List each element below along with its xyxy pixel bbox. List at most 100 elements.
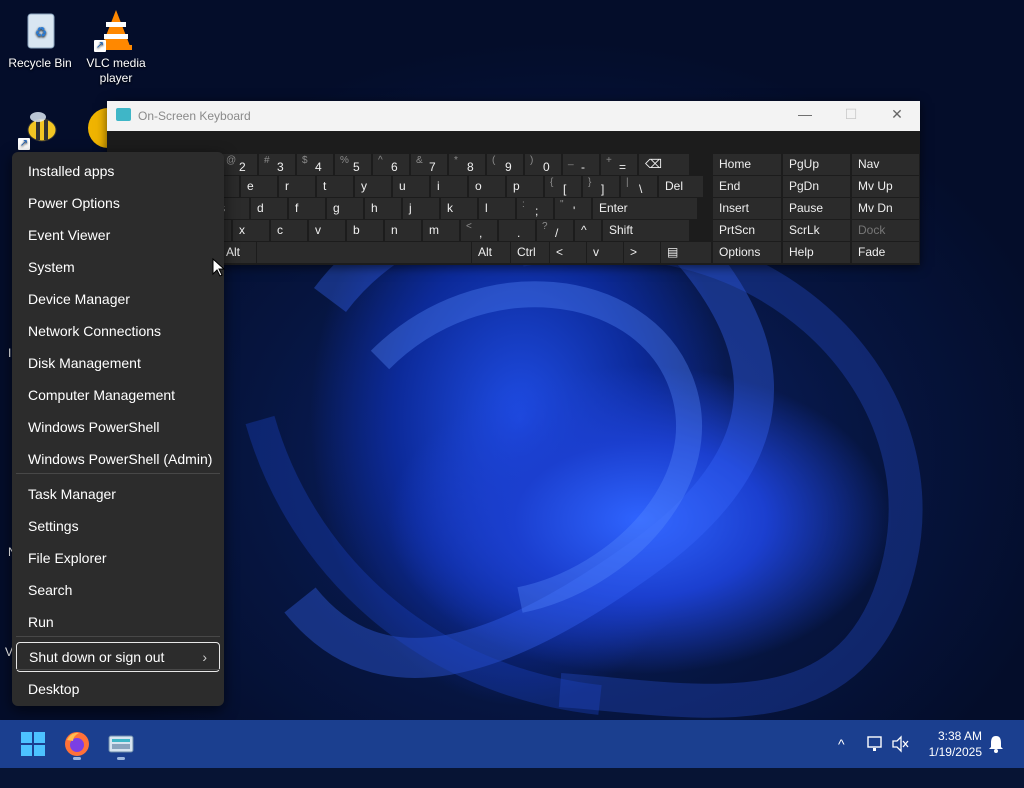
key-dock[interactable]: Dock: [852, 220, 919, 241]
menu-item-task-manager[interactable]: Task Manager: [16, 479, 220, 509]
menu-item-shut-down-or-sign-out[interactable]: Shut down or sign out ›: [16, 642, 220, 672]
menu-item-computer-management[interactable]: Computer Management: [16, 380, 220, 410]
key-mv-up[interactable]: Mv Up: [852, 176, 919, 197]
key-digit[interactable]: @2: [221, 154, 257, 175]
key-help[interactable]: Help: [783, 242, 850, 263]
key-letter[interactable]: u: [393, 176, 429, 197]
key-letter[interactable]: y: [355, 176, 391, 197]
key-letter[interactable]: j: [403, 198, 439, 219]
key-enter[interactable]: Enter: [593, 198, 697, 219]
key-letter[interactable]: }]: [583, 176, 619, 197]
key-down-arrow[interactable]: v: [587, 242, 623, 263]
menu-item-search[interactable]: Search: [16, 575, 220, 605]
clock[interactable]: 3:38 AM 1/19/2025: [929, 728, 982, 760]
key-letter[interactable]: g: [327, 198, 363, 219]
key-right-arrow[interactable]: >: [624, 242, 660, 263]
key-letter[interactable]: ? /: [537, 220, 573, 241]
key-pgup[interactable]: PgUp: [783, 154, 850, 175]
key-options[interactable]: Options: [713, 242, 781, 263]
key-letter[interactable]: n: [385, 220, 421, 241]
menu-item-windows-powershell-admin[interactable]: Windows PowerShell (Admin): [16, 444, 220, 474]
key-letter[interactable]: h: [365, 198, 401, 219]
key-letter[interactable]: d: [251, 198, 287, 219]
menu-item-desktop[interactable]: Desktop: [16, 674, 220, 704]
key-left-arrow[interactable]: <: [550, 242, 586, 263]
menu-item-network-connections[interactable]: Network Connections: [16, 316, 220, 346]
menu-item-run[interactable]: Run: [16, 607, 220, 637]
key-up-arrow[interactable]: ^: [575, 220, 601, 241]
menu-item-device-manager[interactable]: Device Manager: [16, 284, 220, 314]
key-digit[interactable]: ^ 6: [373, 154, 409, 175]
key-digit[interactable]: * 8: [449, 154, 485, 175]
notification-bell-icon[interactable]: [988, 720, 1004, 768]
key-digit[interactable]: #3: [259, 154, 295, 175]
menu-item-event-viewer[interactable]: Event Viewer: [16, 220, 220, 250]
desktop-icon-recycle-bin[interactable]: ♻ Recycle Bin: [0, 8, 80, 71]
key-letter[interactable]: <,: [461, 220, 497, 241]
key-pgdn[interactable]: PgDn: [783, 176, 850, 197]
network-icon[interactable]: [866, 720, 884, 768]
maximize-button[interactable]: ☐: [840, 106, 862, 126]
desktop-icon-app[interactable]: ↗: [0, 106, 80, 154]
key-letter[interactable]: r: [279, 176, 315, 197]
menu-item-installed-apps[interactable]: Installed apps: [16, 156, 220, 186]
volume-muted-icon[interactable]: [891, 720, 909, 768]
key-alt[interactable]: Alt: [472, 242, 510, 263]
key-ctrl[interactable]: Ctrl: [511, 242, 549, 263]
key-pause[interactable]: Pause: [783, 198, 850, 219]
key-letter[interactable]: x: [233, 220, 269, 241]
key-nav[interactable]: Nav: [852, 154, 919, 175]
key-letter[interactable]: p: [507, 176, 543, 197]
menu-item-settings[interactable]: Settings: [16, 511, 220, 541]
menu-item-power-options[interactable]: Power Options: [16, 188, 220, 218]
close-button[interactable]: ✕: [886, 106, 908, 126]
taskbar-firefox[interactable]: [61, 728, 93, 760]
key-letter[interactable]: e: [241, 176, 277, 197]
key-mv-dn[interactable]: Mv Dn: [852, 198, 919, 219]
key-digit[interactable]: _ -: [563, 154, 599, 175]
key-prtscn[interactable]: PrtScn: [713, 220, 781, 241]
key-scrlk[interactable]: ScrLk: [783, 220, 850, 241]
key-letter[interactable]: t: [317, 176, 353, 197]
key-letter[interactable]: i: [431, 176, 467, 197]
key-letter[interactable]: " ': [555, 198, 591, 219]
key-insert[interactable]: Insert: [713, 198, 781, 219]
key-digit[interactable]: % 5: [335, 154, 371, 175]
menu-item-disk-management[interactable]: Disk Management: [16, 348, 220, 378]
osk-title-bar[interactable]: On-Screen Keyboard — ☐ ✕: [107, 101, 920, 131]
menu-item-system[interactable]: System: [16, 252, 220, 282]
menu-item-windows-powershell[interactable]: Windows PowerShell: [16, 412, 220, 442]
key-letter[interactable]: | \: [621, 176, 657, 197]
key-letter[interactable]: .: [499, 220, 535, 241]
key-letter[interactable]: m: [423, 220, 459, 241]
key-letter[interactable]: l: [479, 198, 515, 219]
key-letter[interactable]: o: [469, 176, 505, 197]
key-delete[interactable]: Del: [659, 176, 703, 197]
key-shift[interactable]: Shift: [603, 220, 689, 241]
key-digit[interactable]: $4: [297, 154, 333, 175]
key-digit[interactable]: (9: [487, 154, 523, 175]
key-space[interactable]: [257, 242, 471, 263]
taskbar-osk[interactable]: [105, 728, 137, 760]
key-digit[interactable]: ) 0: [525, 154, 561, 175]
key-backspace[interactable]: ⌫: [639, 154, 689, 175]
key-end[interactable]: End: [713, 176, 781, 197]
key-letter[interactable]: {[: [545, 176, 581, 197]
key-letter[interactable]: f: [289, 198, 325, 219]
key-letter[interactable]: v: [309, 220, 345, 241]
key-letter[interactable]: b: [347, 220, 383, 241]
start-button[interactable]: [17, 728, 49, 760]
menu-item-file-explorer[interactable]: File Explorer: [16, 543, 220, 573]
minimize-button[interactable]: —: [794, 106, 816, 126]
key-letter[interactable]: :;: [517, 198, 553, 219]
key-digit[interactable]: + =: [601, 154, 637, 175]
key-letter[interactable]: c: [271, 220, 307, 241]
key-fade[interactable]: Fade: [852, 242, 919, 263]
key-menu[interactable]: ▤: [661, 242, 711, 263]
desktop-icon-vlc[interactable]: ↗ VLC media player: [76, 8, 156, 86]
key-home[interactable]: Home: [713, 154, 781, 175]
desktop-icon-partial[interactable]: [88, 108, 108, 148]
key-letter[interactable]: k: [441, 198, 477, 219]
key-digit[interactable]: & 7: [411, 154, 447, 175]
on-screen-keyboard-window[interactable]: On-Screen Keyboard — ☐ ✕ Esc~`!1@2#3$4%5…: [107, 101, 920, 265]
